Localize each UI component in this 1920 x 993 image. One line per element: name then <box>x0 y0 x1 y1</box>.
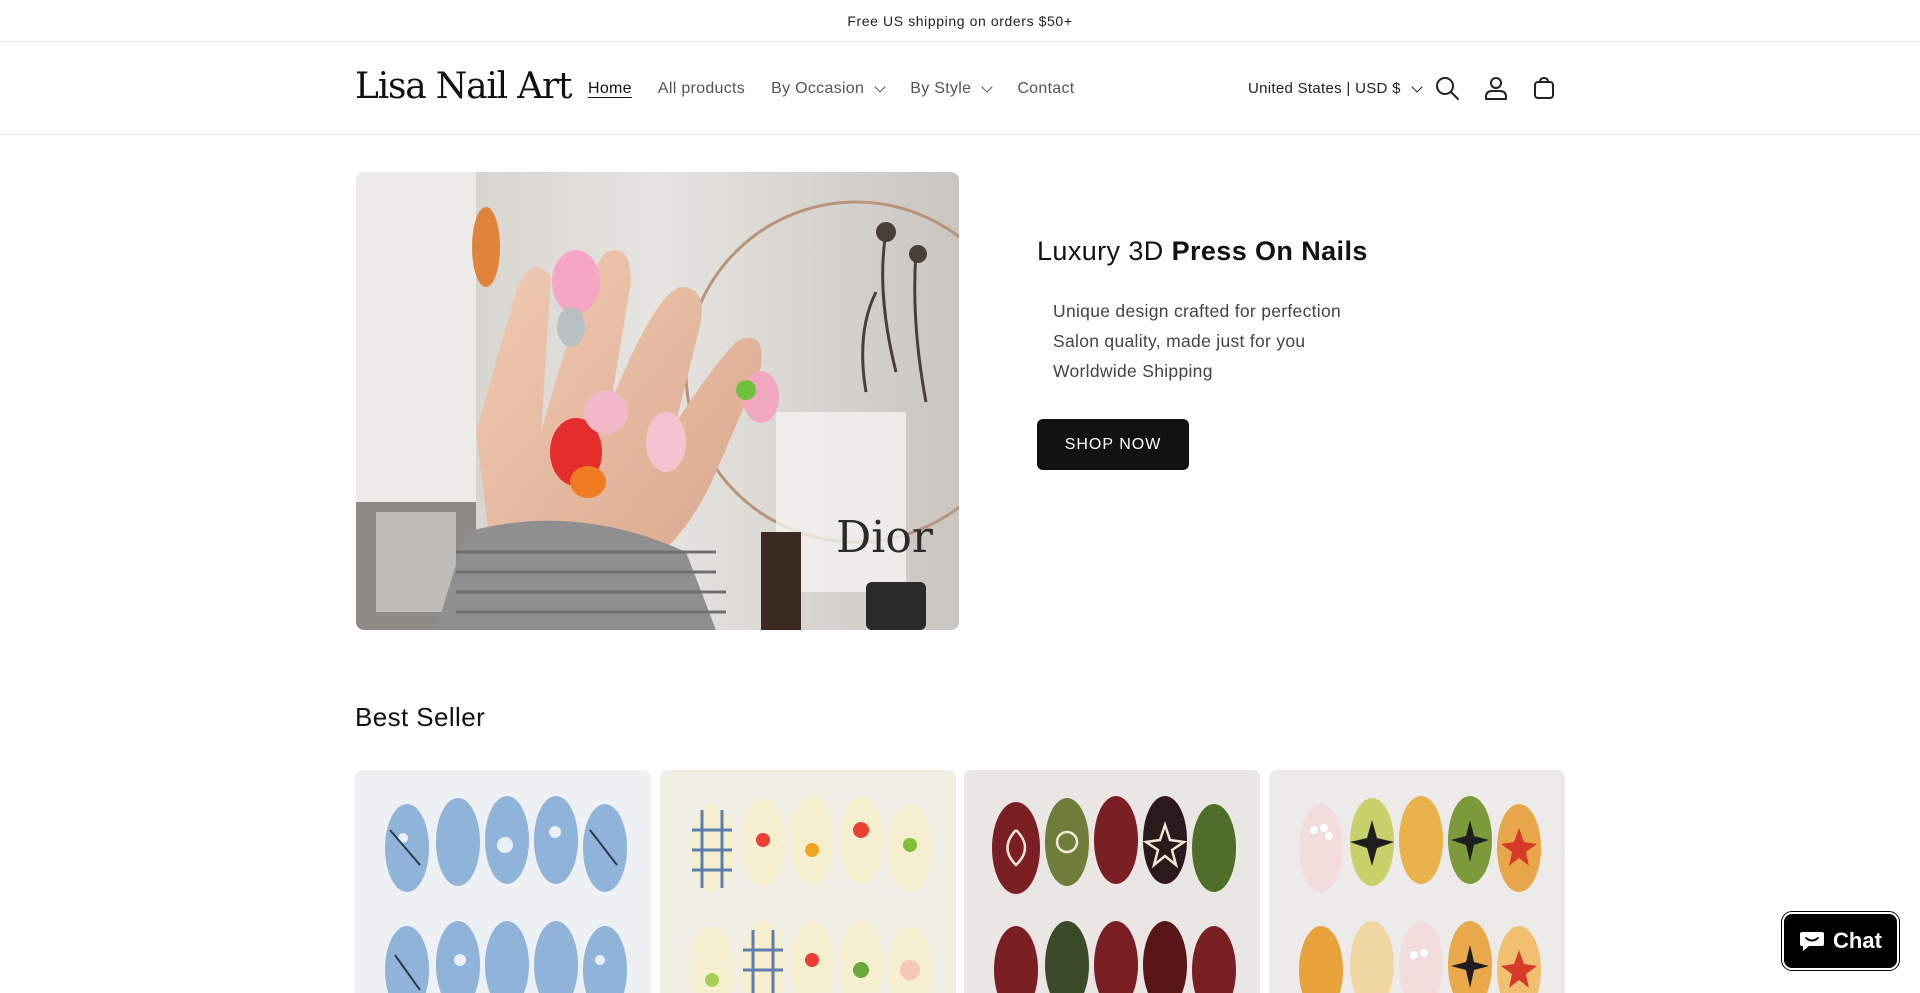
nav-contact[interactable]: Contact <box>1017 80 1074 98</box>
hero-image: Dior <box>356 172 959 630</box>
hero-feature-line: Worldwide Shipping <box>1053 361 1213 381</box>
chevron-down-icon <box>1411 80 1423 93</box>
chat-button[interactable]: Chat <box>1782 912 1899 970</box>
best-seller-title: Best Seller <box>355 702 486 732</box>
product-image <box>355 770 651 993</box>
nav-contact-label: Contact <box>1017 79 1075 97</box>
search-icon[interactable] <box>1433 74 1461 102</box>
product-card[interactable] <box>660 770 956 993</box>
nav-all-products[interactable]: All products <box>658 80 745 98</box>
cart-icon[interactable] <box>1530 74 1558 102</box>
nav-home-label: Home <box>588 79 632 97</box>
nav-by-occasion[interactable]: By Occasion <box>771 79 886 98</box>
site-header: Lisa Nail Art Home All products By Occas… <box>0 42 1920 135</box>
nav-all-products-label: All products <box>657 79 746 97</box>
nav-home[interactable]: Home <box>588 80 632 98</box>
country-selector[interactable]: United States | USD $ <box>1248 42 1423 135</box>
product-image <box>964 770 1260 993</box>
product-card[interactable] <box>355 770 651 993</box>
hero-image-brand-text: Dior <box>836 512 934 563</box>
product-image <box>1269 770 1565 993</box>
nav-by-style-label: By Style <box>910 79 972 97</box>
chevron-down-icon <box>981 80 993 93</box>
hero-title-light: Luxury 3D <box>1037 236 1172 266</box>
product-card[interactable] <box>1269 770 1565 993</box>
chevron-down-icon <box>874 80 886 93</box>
hero-title-bold: Press On Nails <box>1171 236 1368 266</box>
shop-now-button[interactable]: SHOP NOW <box>1037 419 1189 470</box>
account-icon[interactable] <box>1482 74 1510 102</box>
announcement-bar: Free US shipping on orders $50+ <box>0 0 1920 42</box>
announcement-text: Free US shipping on orders $50+ <box>847 12 1073 29</box>
chat-bubble-icon <box>1800 932 1825 951</box>
hero-title: Luxury 3D Press On Nails <box>1037 236 1368 267</box>
main-nav: Home All products By Occasion By Style C… <box>588 42 1101 135</box>
nav-by-style[interactable]: By Style <box>910 79 993 98</box>
hero-feature-line: Salon quality, made just for you <box>1053 331 1306 351</box>
chat-button-label: Chat <box>1833 928 1882 953</box>
hero-feature-line: Unique design crafted for perfection <box>1053 301 1342 321</box>
product-card[interactable] <box>964 770 1260 993</box>
country-selector-label: United States | USD $ <box>1248 80 1401 97</box>
hero-feature-list: Unique design crafted for perfection Sal… <box>1053 296 1341 386</box>
product-image <box>660 770 956 993</box>
site-logo[interactable]: Lisa Nail Art <box>355 66 573 107</box>
nav-by-occasion-label: By Occasion <box>771 79 865 97</box>
